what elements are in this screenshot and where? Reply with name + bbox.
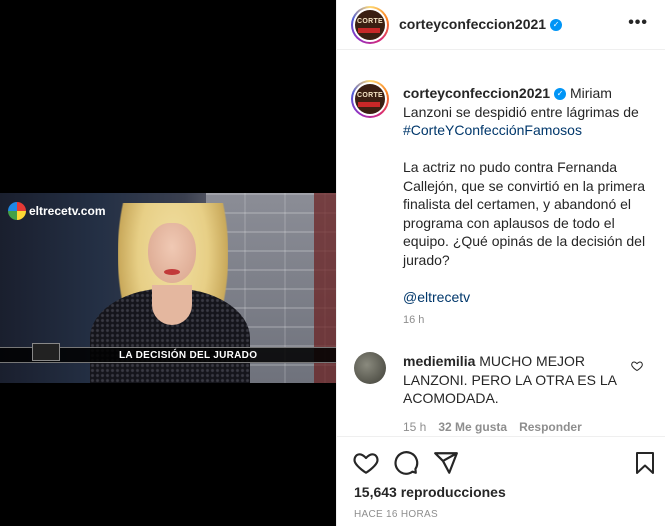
more-icon[interactable]: ••• bbox=[628, 14, 648, 32]
post-media[interactable]: eltrecetv.com LA DECISIÓN DEL JURADO bbox=[0, 0, 336, 526]
verified-icon: ✓ bbox=[550, 19, 563, 32]
caption-hashtag[interactable]: #CorteYConfecciónFamosos bbox=[403, 122, 582, 138]
comment-icon[interactable] bbox=[393, 450, 419, 476]
share-icon[interactable] bbox=[433, 450, 459, 476]
comment-meta: 15 h 32 Me gusta Responder bbox=[403, 420, 582, 434]
video-lower-third-text: LA DECISIÓN DEL JURADO bbox=[119, 350, 258, 361]
views-number: 15,643 bbox=[354, 484, 397, 500]
channel-logo-text: eltrecetv.com bbox=[29, 204, 106, 218]
bookmark-icon[interactable] bbox=[633, 450, 657, 476]
caption-timestamp[interactable]: 16 h bbox=[403, 314, 424, 326]
video-person-lips bbox=[164, 269, 180, 275]
post-date[interactable]: HACE 16 HORAS bbox=[354, 509, 438, 520]
caption-verified-icon: ✓ bbox=[554, 88, 567, 101]
channel-logo-icon bbox=[8, 202, 26, 220]
show-logo-icon bbox=[32, 343, 60, 361]
caption-mention[interactable]: @eltrecetv bbox=[403, 288, 653, 307]
caption-avatar-text: CORTE bbox=[357, 92, 383, 99]
caption-username[interactable]: corteyconfeccion2021 bbox=[403, 85, 550, 101]
comment-avatar[interactable] bbox=[354, 352, 386, 384]
caption-paragraph-2: La actriz no pudo contra Fernanda Callej… bbox=[403, 159, 646, 268]
video-player[interactable]: eltrecetv.com LA DECISIÓN DEL JURADO bbox=[0, 193, 336, 383]
views-count[interactable]: 15,643 reproducciones bbox=[354, 484, 506, 500]
account-username[interactable]: corteyconfeccion2021 ✓ bbox=[399, 16, 563, 32]
avatar-text: CORTE bbox=[357, 18, 383, 25]
post-header: CORTE corteyconfeccion2021 ✓ ••• bbox=[337, 0, 665, 50]
channel-logo: eltrecetv.com bbox=[8, 202, 105, 220]
comment-timestamp[interactable]: 15 h bbox=[403, 420, 426, 434]
account-avatar[interactable]: CORTE bbox=[351, 6, 389, 44]
comment-username[interactable]: mediemilia bbox=[403, 353, 475, 369]
post-caption: corteyconfeccion2021 ✓ Miriam Lanzoni se … bbox=[403, 84, 653, 306]
views-label: reproducciones bbox=[400, 484, 506, 500]
comment: mediemilia MUCHO MEJOR LANZONI. PERO LA … bbox=[403, 352, 623, 408]
comment-reply-button[interactable]: Responder bbox=[519, 420, 582, 434]
comment-like-icon[interactable] bbox=[631, 360, 643, 372]
comment-likes[interactable]: 32 Me gusta bbox=[438, 420, 507, 434]
account-username-text[interactable]: corteyconfeccion2021 bbox=[399, 16, 546, 32]
caption-avatar[interactable]: CORTE bbox=[351, 80, 389, 118]
video-person-neck bbox=[152, 285, 192, 325]
heart-icon[interactable] bbox=[353, 450, 379, 476]
post-side-panel: CORTE corteyconfeccion2021 ✓ ••• CORTE co… bbox=[336, 0, 665, 526]
